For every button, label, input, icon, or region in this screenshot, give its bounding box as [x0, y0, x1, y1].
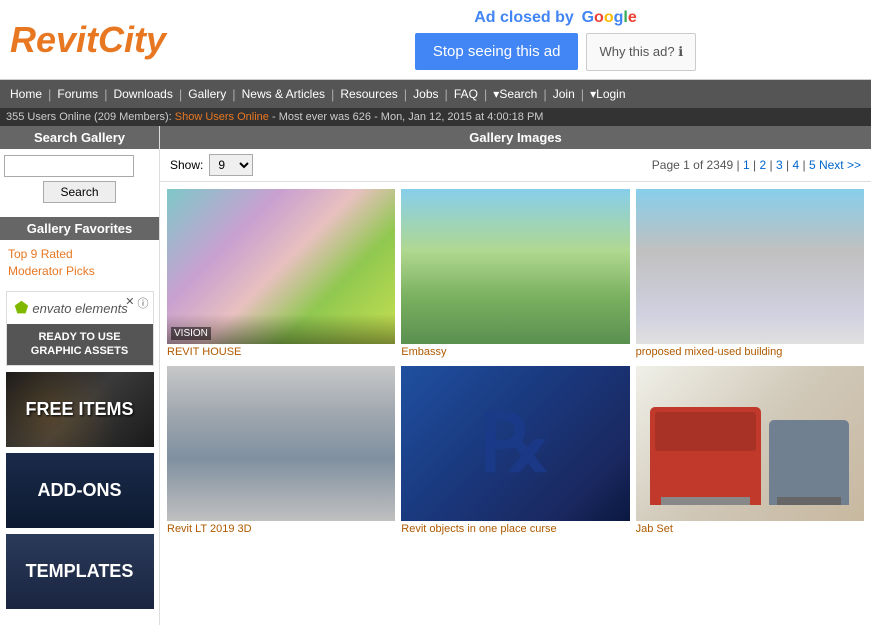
ad-buttons: Stop seeing this ad Why this ad? ℹ — [415, 33, 696, 71]
nav-downloads[interactable]: Downloads — [107, 87, 178, 101]
sidebar-search-title: Search Gallery — [0, 126, 159, 149]
moderator-picks-link[interactable]: Moderator Picks — [8, 264, 151, 278]
image-cell-2: Embassy — [398, 186, 632, 363]
page-2-link[interactable]: 2 — [759, 158, 766, 172]
show-control: Show: 9 18 36 — [170, 154, 253, 176]
status-bar: 355 Users Online (209 Members): Show Use… — [0, 108, 871, 126]
image-thumb-6[interactable] — [636, 366, 864, 521]
image-label-1: VISION — [171, 327, 211, 340]
ad-area: Ad closed by Google Stop seeing this ad … — [240, 9, 871, 71]
gallery-favorites-title: Gallery Favorites — [0, 217, 159, 240]
image-caption-3[interactable]: proposed mixed-used building — [636, 344, 864, 360]
free-items-ad[interactable]: FREE ITEMS — [6, 372, 154, 447]
site-logo[interactable]: RevitCity — [10, 19, 240, 61]
image-thumb-3[interactable] — [636, 189, 864, 344]
nav-home[interactable]: Home — [4, 87, 48, 101]
next-page-link[interactable]: Next >> — [819, 158, 861, 172]
nav-search[interactable]: ▾Search — [487, 87, 543, 101]
gallery-panel: Gallery Images Show: 9 18 36 Page 1 of 2… — [160, 126, 871, 625]
logo-area: RevitCity — [0, 19, 240, 61]
image-grid: VISION REVIT HOUSE Embassy proposed mixe… — [160, 182, 871, 544]
nav-login[interactable]: ▾Login — [584, 87, 631, 101]
image-cell-6: Jab Set — [633, 363, 867, 540]
image-caption-5[interactable]: Revit objects in one place curse — [401, 521, 629, 537]
google-o2: o — [604, 9, 614, 26]
gallery-header: Gallery Images — [160, 126, 871, 149]
main-content: Search Gallery Search Gallery Favorites … — [0, 126, 871, 625]
show-label: Show: — [170, 158, 203, 172]
pagination: Page 1 of 2349 | 1 | 2 | 3 | 4 | 5 Next … — [652, 158, 861, 172]
main-nav: Home | Forums | Downloads | Gallery | Ne… — [0, 80, 871, 108]
google-e: e — [628, 9, 637, 26]
image-cell-4: Revit LT 2019 3D — [164, 363, 398, 540]
google-o1: o — [594, 9, 604, 26]
status-extra: - Most ever was 626 - Mon, Jan 12, 2015 … — [272, 111, 543, 123]
top-9-rated-link[interactable]: Top 9 Rated — [8, 247, 151, 261]
status-users: 355 Users Online (209 Members): — [6, 111, 172, 123]
nav-forums[interactable]: Forums — [51, 87, 104, 101]
ad-closed-label: Ad closed by Google — [474, 9, 637, 27]
envato-name: envato elements — [32, 301, 127, 316]
page-info: Page 1 of 2349 | — [652, 158, 743, 172]
envato-leaf-icon: ⬟ — [15, 298, 29, 318]
google-g2: g — [614, 9, 624, 26]
header: RevitCity Ad closed by Google Stop seein… — [0, 0, 871, 80]
nav-news[interactable]: News & Articles — [236, 87, 331, 101]
gallery-title: Gallery Images — [469, 130, 562, 145]
image-caption-6[interactable]: Jab Set — [636, 521, 864, 537]
image-cell-3: proposed mixed-used building — [633, 186, 867, 363]
nav-resources[interactable]: Resources — [334, 87, 403, 101]
envato-ad[interactable]: ✕ ⓘ ⬟ envato elements READY TO USEGRAPHI… — [6, 291, 154, 366]
search-input[interactable] — [4, 155, 134, 177]
image-thumb-1[interactable]: VISION — [167, 189, 395, 344]
show-select[interactable]: 9 18 36 — [209, 154, 253, 176]
nav-join[interactable]: Join — [547, 87, 581, 101]
envato-ad-inner: ✕ ⓘ ⬟ envato elements — [7, 292, 153, 324]
sidebar: Search Gallery Search Gallery Favorites … — [0, 126, 160, 625]
page-5-link[interactable]: 5 — [809, 158, 816, 172]
image-caption-2[interactable]: Embassy — [401, 344, 629, 360]
show-users-link[interactable]: Show Users Online — [175, 111, 269, 123]
addons-label: ADD-ONS — [38, 480, 122, 501]
envato-info-icon[interactable]: ⓘ — [138, 295, 149, 311]
why-ad-button[interactable]: Why this ad? ℹ — [586, 33, 696, 71]
search-box: Search — [0, 149, 159, 213]
favorites-links: Top 9 Rated Moderator Picks — [0, 240, 159, 285]
nav-faq[interactable]: FAQ — [448, 87, 484, 101]
page-3-link[interactable]: 3 — [776, 158, 783, 172]
nav-jobs[interactable]: Jobs — [407, 87, 444, 101]
page-4-link[interactable]: 4 — [792, 158, 799, 172]
envato-tagline: READY TO USEGRAPHIC ASSETS — [7, 324, 153, 365]
image-cell-5: ℞ Revit objects in one place curse — [398, 363, 632, 540]
addons-ad[interactable]: ADD-ONS — [6, 453, 154, 528]
revit-r-logo: ℞ — [480, 397, 552, 490]
stop-ad-button[interactable]: Stop seeing this ad — [415, 33, 579, 70]
envato-close-icon[interactable]: ✕ — [125, 295, 134, 308]
google-g: G — [582, 9, 594, 26]
ad-closed-text: Ad closed by — [474, 9, 574, 26]
image-caption-1[interactable]: REVIT HOUSE — [167, 344, 395, 360]
templates-label: TEMPLATES — [26, 561, 134, 582]
image-thumb-4[interactable] — [167, 366, 395, 521]
image-caption-4[interactable]: Revit LT 2019 3D — [167, 521, 395, 537]
free-items-label: FREE ITEMS — [25, 399, 133, 420]
nav-gallery[interactable]: Gallery — [182, 87, 232, 101]
page-1-link[interactable]: 1 — [743, 158, 750, 172]
templates-ad[interactable]: TEMPLATES — [6, 534, 154, 609]
image-thumb-5[interactable]: ℞ — [401, 366, 629, 521]
image-thumb-2[interactable] — [401, 189, 629, 344]
gallery-controls: Show: 9 18 36 Page 1 of 2349 | 1 | 2 | 3… — [160, 149, 871, 182]
image-cell-1: VISION REVIT HOUSE — [164, 186, 398, 363]
search-button[interactable]: Search — [43, 181, 115, 203]
